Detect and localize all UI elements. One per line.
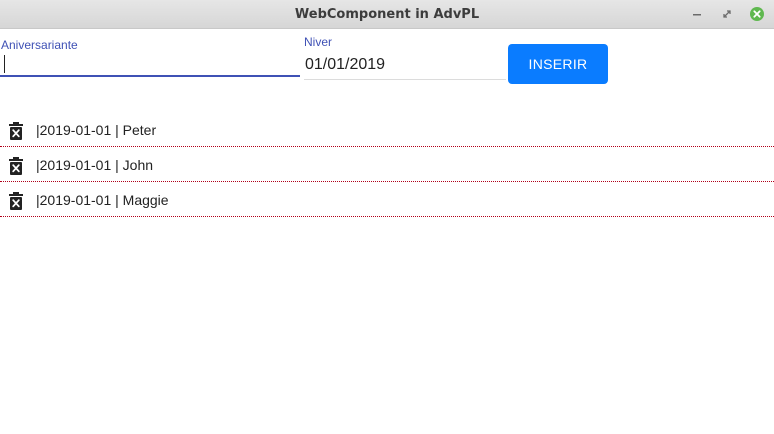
- niver-date-input[interactable]: [304, 50, 506, 80]
- maximize-icon[interactable]: [719, 6, 735, 22]
- list-item-text: |2019-01-01 | Maggie: [36, 192, 169, 208]
- list-item: |2019-01-01 | Maggie: [0, 182, 774, 217]
- list-item-text: |2019-01-01 | Peter: [36, 122, 157, 138]
- delete-icon[interactable]: [8, 122, 24, 140]
- title-bar: WebComponent in AdvPL: [0, 0, 774, 29]
- niver-label: Niver: [304, 35, 333, 49]
- text-caret: [4, 55, 5, 73]
- window-title: WebComponent in AdvPL: [294, 7, 480, 22]
- list-item: |2019-01-01 | John: [0, 147, 774, 182]
- inserir-button[interactable]: INSERIR: [508, 44, 608, 84]
- list-item-text: |2019-01-01 | John: [36, 157, 154, 173]
- birthday-list: |2019-01-01 | Peter |2019-01-01 | John |…: [0, 112, 774, 217]
- delete-icon[interactable]: [8, 157, 24, 175]
- aniversariante-input[interactable]: [0, 52, 300, 77]
- close-icon[interactable]: [749, 6, 765, 22]
- list-item: |2019-01-01 | Peter: [0, 112, 774, 147]
- aniversariante-label: Aniversariante: [1, 38, 78, 52]
- minimize-icon[interactable]: [689, 6, 705, 22]
- app-window: WebComponent in AdvPL Aniversariante Niv…: [0, 0, 774, 434]
- delete-icon[interactable]: [8, 192, 24, 210]
